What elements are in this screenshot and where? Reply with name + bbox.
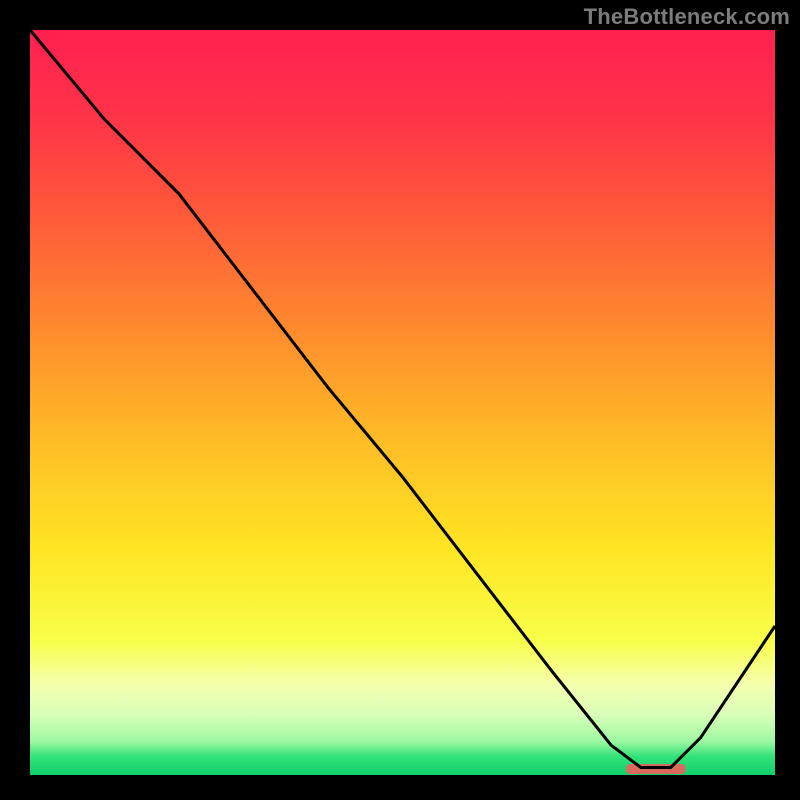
bottleneck-chart (0, 0, 800, 800)
plot-area (30, 30, 775, 775)
chart-frame: TheBottleneck.com (0, 0, 800, 800)
optimal-range-marker (626, 764, 686, 774)
